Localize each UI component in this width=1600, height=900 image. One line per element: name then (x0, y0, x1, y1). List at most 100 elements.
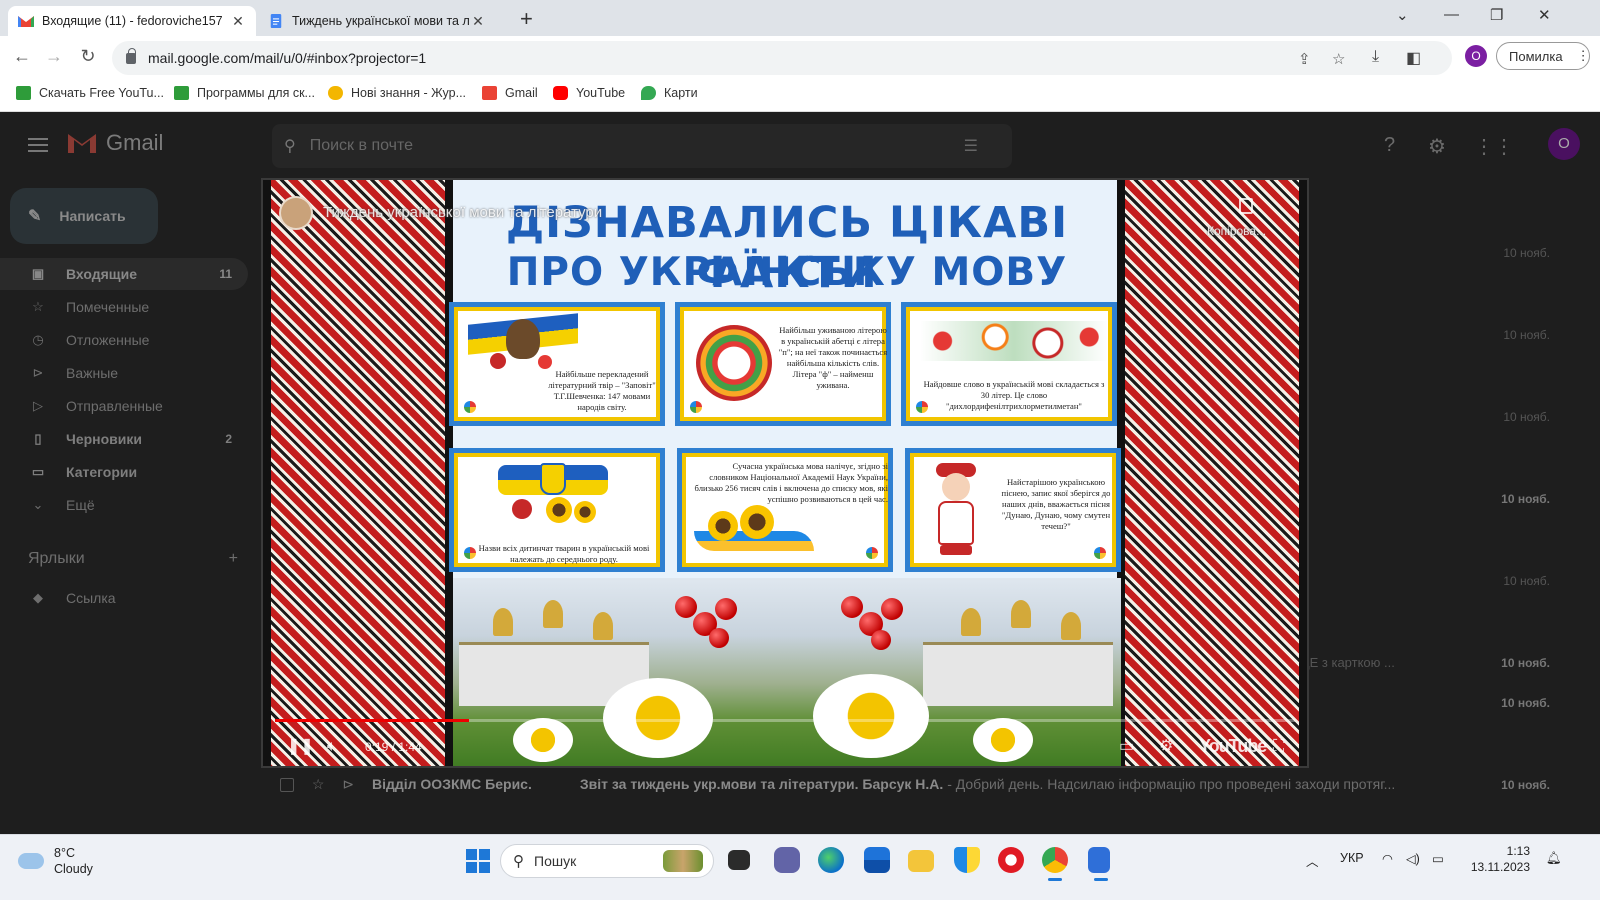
row-checkbox[interactable] (280, 778, 294, 793)
error-button[interactable]: Помилка ⋮ (1496, 42, 1590, 70)
search-icon: ⚲ (284, 138, 296, 155)
channel-avatar[interactable] (279, 196, 313, 230)
bookmark-item[interactable]: Gmail (482, 86, 538, 100)
star-icon[interactable]: ☆ (312, 776, 325, 792)
captions-icon[interactable]: ▭ (1119, 736, 1134, 756)
labels-header: Ярлыки + (28, 550, 238, 568)
logo-icon (1094, 547, 1106, 559)
sidebar-item-important[interactable]: ⊳ Важные (0, 357, 248, 389)
task-view-icon[interactable] (728, 850, 750, 870)
show-hidden-icons-icon[interactable]: ︿ (1306, 851, 1319, 870)
label-icon: ◆ (33, 590, 43, 605)
close-tab-icon[interactable]: ✕ (230, 13, 246, 30)
file-explorer-icon[interactable] (908, 850, 934, 872)
tab-search-icon[interactable]: ⌄ (1396, 6, 1409, 24)
gmail-icon (482, 86, 497, 100)
main-menu-icon[interactable] (28, 138, 48, 156)
mail-search-input[interactable]: ⚲ Поиск в почте ☰ (272, 124, 1012, 168)
restore-button[interactable]: ❐ (1490, 6, 1503, 24)
fact-text: Сучасна українська мова налічує, згідно … (694, 461, 888, 504)
volume-icon[interactable]: 🔈︎ (327, 738, 337, 756)
url-field[interactable]: mail.google.com/mail/u/0/#inbox?projecto… (112, 41, 1452, 75)
chevron-down-icon: ⌄ (32, 497, 44, 512)
video-viewer[interactable]: ДІЗНАВАЛИСЬ ЦІКАВІ ФАКТИ ПРО УКРАЇНСЬКУ … (261, 178, 1309, 768)
flower-illustration (538, 355, 552, 369)
search-options-icon[interactable]: ☰ (964, 136, 978, 156)
wifi-icon[interactable]: ◠ (1382, 851, 1393, 866)
start-button[interactable] (466, 849, 490, 873)
maps-pin-icon (641, 86, 656, 100)
input-language[interactable]: УКР (1340, 851, 1364, 865)
tab-docs[interactable]: Тиждень української мови та л ✕ (258, 6, 496, 36)
sidebar-item-more[interactable]: ⌄ Ещё (0, 489, 248, 521)
back-button[interactable]: ← (10, 46, 34, 67)
gmail-logo[interactable]: Gmail (66, 130, 163, 156)
youtube-logo[interactable]: YouTube (1199, 736, 1267, 757)
sidebar-item-snoozed[interactable]: ◷ Отложенные (0, 324, 248, 356)
sidebar-item-inbox[interactable]: ▣ Входящие 11 (0, 258, 248, 290)
bookmark-item[interactable]: Скачать Free YouTu... (16, 86, 164, 100)
youtube-icon (553, 86, 568, 100)
side-panel-icon[interactable]: ◧ (1406, 48, 1421, 68)
important-icon[interactable]: ⊳ (342, 776, 354, 792)
petrykivka-wreath-illustration (696, 325, 772, 401)
sidebar-label-link[interactable]: ◆ Ссылка (0, 582, 248, 614)
weather-widget[interactable]: 8°C Cloudy (18, 845, 93, 877)
sunflower-illustration (708, 511, 738, 541)
bookmark-star-icon[interactable]: ☆ (1332, 50, 1345, 68)
close-tab-icon[interactable]: ✕ (470, 13, 486, 30)
copy-link-label[interactable]: Копірова... (1207, 224, 1266, 238)
account-avatar[interactable]: O (1548, 128, 1580, 160)
bookmark-item[interactable]: Программы для ск... (174, 86, 315, 100)
video-progress-bar[interactable] (275, 719, 1295, 722)
battery-icon[interactable]: ▭ (1432, 851, 1444, 866)
settings-gear-icon[interactable]: ⚙ (1159, 736, 1173, 756)
bookmark-favicon-icon (328, 86, 343, 100)
bookmarks-bar: Скачать Free YouTu... Программы для ск..… (0, 80, 1600, 112)
draft-icon: ▯ (34, 431, 42, 446)
sidebar-item-starred[interactable]: ☆ Помеченные (0, 291, 248, 323)
add-label-icon[interactable]: + (229, 550, 238, 568)
gear-icon[interactable]: ⚙ (1428, 134, 1446, 159)
gmail-logo-text: Gmail (106, 130, 164, 155)
lock-icon[interactable] (126, 47, 136, 64)
bookmark-item[interactable]: Карти (641, 86, 698, 100)
reload-button[interactable]: ↻ (76, 46, 100, 67)
bookmark-item[interactable]: Нові знання - Жур... (328, 86, 466, 100)
chrome-icon[interactable] (1042, 847, 1068, 881)
forward-button[interactable]: → (42, 46, 66, 67)
compose-button[interactable]: ✎ Написать (10, 188, 158, 244)
store-icon[interactable] (864, 847, 890, 873)
sidebar-item-categories[interactable]: ▭ Категории (0, 456, 248, 488)
email-row[interactable]: ☆ ⊳ Відділ ООЗКМС Берис. Звіт за тиждень… (280, 776, 1560, 793)
trident-icon (540, 463, 566, 495)
notifications-icon[interactable]: 🔔︎ (1546, 851, 1562, 866)
download-icon[interactable]: ⤓ (1372, 48, 1379, 66)
edge-icon[interactable] (818, 847, 844, 873)
sidebar-item-sent[interactable]: ▷ Отправленные (0, 390, 248, 422)
bookmark-item[interactable]: YouTube (553, 86, 625, 100)
share-icon[interactable]: ⇪ (1298, 50, 1311, 68)
taskbar-search[interactable]: ⚲ Пошук (500, 844, 714, 878)
teams-chat-icon[interactable] (774, 847, 800, 873)
close-window-button[interactable]: ✕ (1538, 6, 1551, 24)
help-icon[interactable]: ? (1384, 134, 1395, 157)
profile-avatar[interactable]: O (1465, 45, 1487, 67)
video-title[interactable]: Тиждень української мови та літератури (323, 204, 602, 221)
fullscreen-icon[interactable]: ⛶ (1273, 738, 1284, 756)
docs-app-icon[interactable] (1088, 847, 1110, 881)
video-progress-fill (275, 719, 469, 722)
minimize-button[interactable]: — (1444, 6, 1459, 23)
apps-grid-icon[interactable]: ⋮⋮ (1474, 134, 1514, 159)
new-tab-button[interactable]: + (520, 6, 533, 32)
slide-subtitle: ПРО УКРАЇНСЬКУ МОВУ (506, 250, 1068, 295)
opera-icon[interactable] (998, 847, 1024, 873)
sidebar-item-drafts[interactable]: ▯ Черновики 2 (0, 423, 248, 455)
pause-icon[interactable]: ❚❚ (287, 736, 314, 756)
system-clock[interactable]: 1:13 13.11.2023 (1458, 843, 1530, 875)
speaker-icon[interactable]: ◁) (1406, 851, 1420, 866)
logo-icon (916, 401, 928, 413)
tab-gmail[interactable]: Входящие (11) - fedoroviche157 ✕ (8, 6, 256, 36)
security-shield-icon[interactable] (954, 847, 980, 873)
copy-link-icon[interactable] (1239, 198, 1253, 214)
